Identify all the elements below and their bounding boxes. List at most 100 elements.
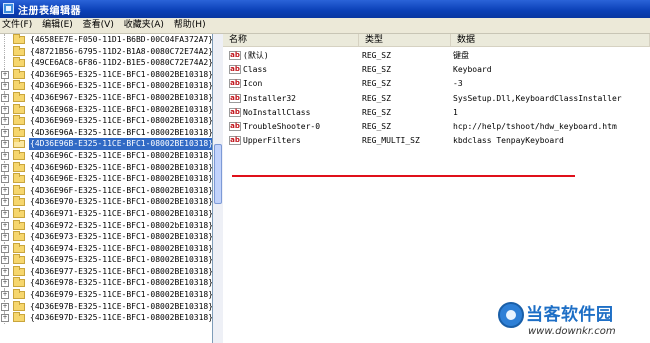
tree-item-label: {4D36E974-E325-11CE-BFC1-08002BE10318} xyxy=(30,243,213,253)
menu-file[interactable]: 文件(F) xyxy=(0,18,37,32)
menu-edit[interactable]: 编辑(E) xyxy=(40,18,78,32)
tree-item[interactable]: + {4D36E96F-E325-11CE-BFC1-08002BE10318} xyxy=(0,184,212,197)
menu-view[interactable]: 查看(V) xyxy=(81,18,119,32)
tree-item[interactable]: + {4D36E965-E325-11CE-BFC1-08002BE10318} xyxy=(0,68,212,81)
folder-icon xyxy=(13,161,25,172)
tree-item[interactable]: + {4D36E970-E325-11CE-BFC1-08002BE10318} xyxy=(0,196,212,208)
tree-item[interactable]: + {4D36E96A-E325-11CE-BFC1-08002BE10318} xyxy=(0,126,212,139)
tree-item[interactable]: {4658EE7E-F050-11D1-B6BD-00C04FA372A7} xyxy=(0,34,212,46)
expand-icon[interactable]: + xyxy=(1,128,9,137)
expand-icon[interactable]: + xyxy=(1,175,9,184)
value-name: NoInstallClass xyxy=(243,107,311,117)
tree-item[interactable]: + {4D36E979-E325-11CE-BFC1-08002BE10318} xyxy=(0,289,212,301)
tree-item-label: {4D36E969-E325-11CE-BFC1-08002BE10318} xyxy=(30,116,213,126)
folder-icon xyxy=(13,231,25,242)
value-type: REG_SZ xyxy=(362,122,391,131)
expand-icon[interactable]: + xyxy=(1,93,9,102)
column-header-data[interactable]: 数据 xyxy=(451,34,650,47)
tree-item[interactable]: + {4D36E96B-E325-11CE-BFC1-08002BE10318} xyxy=(0,138,212,150)
tree-item[interactable]: + {4D36E975-E325-11CE-BFC1-08002BE10318} xyxy=(0,254,212,266)
folder-icon xyxy=(13,265,25,276)
menu-favorites[interactable]: 收藏夹(A) xyxy=(122,18,169,32)
scrollbar-thumb[interactable] xyxy=(214,144,222,204)
column-header-type[interactable]: 类型 xyxy=(359,34,451,47)
tree-item[interactable]: {48721B56-6795-11D2-B1A8-0080C72E74A2} xyxy=(0,45,212,58)
tree-item[interactable]: + {4D36E971-E325-11CE-BFC1-08002BE10318} xyxy=(0,207,213,220)
value-row[interactable]: ab Class REG_SZ Keyboard xyxy=(223,64,650,76)
expand-icon[interactable]: + xyxy=(1,256,9,265)
value-data: hcp://help/tshoot/hdw_keyboard.htm xyxy=(453,122,617,131)
expand-icon[interactable]: + xyxy=(1,151,9,160)
tree-item[interactable]: + {4D36E972-E325-11CE-BFC1-08002bE10318} xyxy=(0,219,212,232)
expand-icon[interactable]: + xyxy=(1,209,9,218)
folder-icon xyxy=(13,80,25,91)
folder-icon xyxy=(13,103,25,114)
tree-item[interactable]: + {4D36E977-E325-11CE-BFC1-08002BE10318} xyxy=(0,265,212,278)
tree-item[interactable]: + {4D36E96C-E325-11CE-BFC1-08002BE10318} xyxy=(0,149,213,162)
tree-item-label: {4D36E96B-E325-11CE-BFC1-08002BE10318} xyxy=(29,138,213,150)
value-row[interactable]: ab (默认) REG_SZ 键盘 xyxy=(223,50,650,62)
red-highlight-underline xyxy=(232,175,575,177)
value-name: Class xyxy=(243,65,268,75)
expand-icon[interactable]: + xyxy=(1,314,9,323)
expand-icon[interactable]: + xyxy=(1,140,9,149)
value-row[interactable]: ab NoInstallClass REG_SZ 1 xyxy=(223,107,650,119)
tree-item[interactable]: {49CE6AC8-6F86-11D2-B1E5-0080C72E74A2} xyxy=(0,57,212,69)
expand-icon[interactable]: + xyxy=(1,267,9,276)
tree-item-label: {4D36E96C-E325-11CE-BFC1-08002BE10318} xyxy=(30,150,213,160)
watermark: 当客软件园 www.downkr.com xyxy=(498,300,648,342)
tree-item-label: {4D36E97B-E325-11CE-BFC1-08002BE10318} xyxy=(30,301,213,311)
value-data: SysSetup.Dll,KeyboardClassInstaller xyxy=(453,93,622,103)
expand-icon[interactable]: + xyxy=(1,186,9,195)
expand-icon[interactable]: + xyxy=(1,302,9,311)
value-row[interactable]: ab Installer32 REG_SZ SysSetup.Dll,Keyboard… xyxy=(223,93,650,105)
value-data: kbdclass TenpayKeyboard xyxy=(453,136,564,146)
tree-item[interactable]: + {4D36E96D-E325-11CE-BFC1-08002BE10318} xyxy=(0,161,212,174)
expand-icon[interactable]: + xyxy=(1,117,9,126)
value-name: (默认) xyxy=(243,51,269,60)
tree-item[interactable]: + {4D36E97D-E325-11CE-BFC1-08002BE10318} xyxy=(0,312,212,324)
tree-connector-line xyxy=(4,57,6,69)
folder-icon xyxy=(13,207,25,218)
value-type: REG_SZ xyxy=(362,51,391,60)
expand-icon[interactable]: + xyxy=(1,163,9,172)
expand-icon[interactable]: + xyxy=(1,105,9,114)
registry-key-tree[interactable]: {4658EE7E-F050-11D1-B6BD-00C04FA372A7} {4… xyxy=(0,34,213,343)
tree-scrollbar[interactable] xyxy=(213,34,223,343)
expand-icon[interactable]: + xyxy=(1,279,9,288)
tree-item[interactable]: + {4D36E97B-E325-11CE-BFC1-08002BE10318} xyxy=(0,300,213,313)
menu-help[interactable]: 帮助(H) xyxy=(172,18,211,32)
column-header-name[interactable]: 名称 xyxy=(223,34,359,47)
tree-item[interactable]: + {4D36E966-E325-11CE-BFC1-08002BE10318} xyxy=(0,80,212,92)
expand-icon[interactable]: + xyxy=(1,244,9,253)
expand-icon[interactable]: + xyxy=(1,82,9,91)
expand-icon[interactable]: + xyxy=(1,291,9,300)
expand-icon[interactable]: + xyxy=(1,221,9,230)
registry-editor-icon xyxy=(3,3,14,14)
tree-item-label: {49CE6AC8-6F86-11D2-B1E5-0080C72E74A2} xyxy=(30,58,213,68)
expand-icon[interactable]: + xyxy=(1,198,9,207)
tree-item-label: {4D36E967-E325-11CE-BFC1-08002BE10318} xyxy=(30,92,213,102)
value-row[interactable]: ab TroubleShooter-0 REG_SZ hcp://help/tshoo… xyxy=(223,121,650,133)
value-row[interactable]: ab Icon REG_SZ -3 xyxy=(223,78,650,90)
tree-item[interactable]: + {4D36E968-E325-11CE-BFC1-08002BE10318} xyxy=(0,103,212,116)
string-value-icon: ab xyxy=(229,79,241,89)
tree-item[interactable]: + {4D36E967-E325-11CE-BFC1-08002BE10318} xyxy=(0,91,213,104)
tree-item[interactable]: + {4D36E973-E325-11CE-BFC1-08002BE10318} xyxy=(0,231,212,243)
folder-icon xyxy=(13,219,25,230)
tree-item-label: {4D36E978-E325-11CE-BFC1-08002BE10318} xyxy=(30,278,213,288)
tree-item[interactable]: + {4D36E969-E325-11CE-BFC1-08002BE10318} xyxy=(0,115,212,127)
tree-item[interactable]: + {4D36E96E-E325-11CE-BFC1-08002BE10318} xyxy=(0,173,212,185)
folder-icon xyxy=(13,57,25,68)
string-value-icon: ab xyxy=(229,51,241,60)
value-row[interactable]: ab UpperFilters REG_MULTI_SZ kbdclass Tenpa… xyxy=(223,135,650,147)
tree-item-label: {4D36E971-E325-11CE-BFC1-08002BE10318} xyxy=(30,208,213,218)
folder-icon xyxy=(13,149,25,160)
tree-item[interactable]: + {4D36E974-E325-11CE-BFC1-08002BE10318} xyxy=(0,242,213,255)
expand-icon[interactable]: + xyxy=(1,233,9,242)
value-type: REG_SZ xyxy=(362,79,391,89)
tree-item[interactable]: + {4D36E978-E325-11CE-BFC1-08002BE10318} xyxy=(0,277,213,290)
folder-open-icon xyxy=(13,138,25,149)
tree-item-label: {4D36E975-E325-11CE-BFC1-08002BE10318} xyxy=(30,255,213,265)
expand-icon[interactable]: + xyxy=(1,70,9,79)
